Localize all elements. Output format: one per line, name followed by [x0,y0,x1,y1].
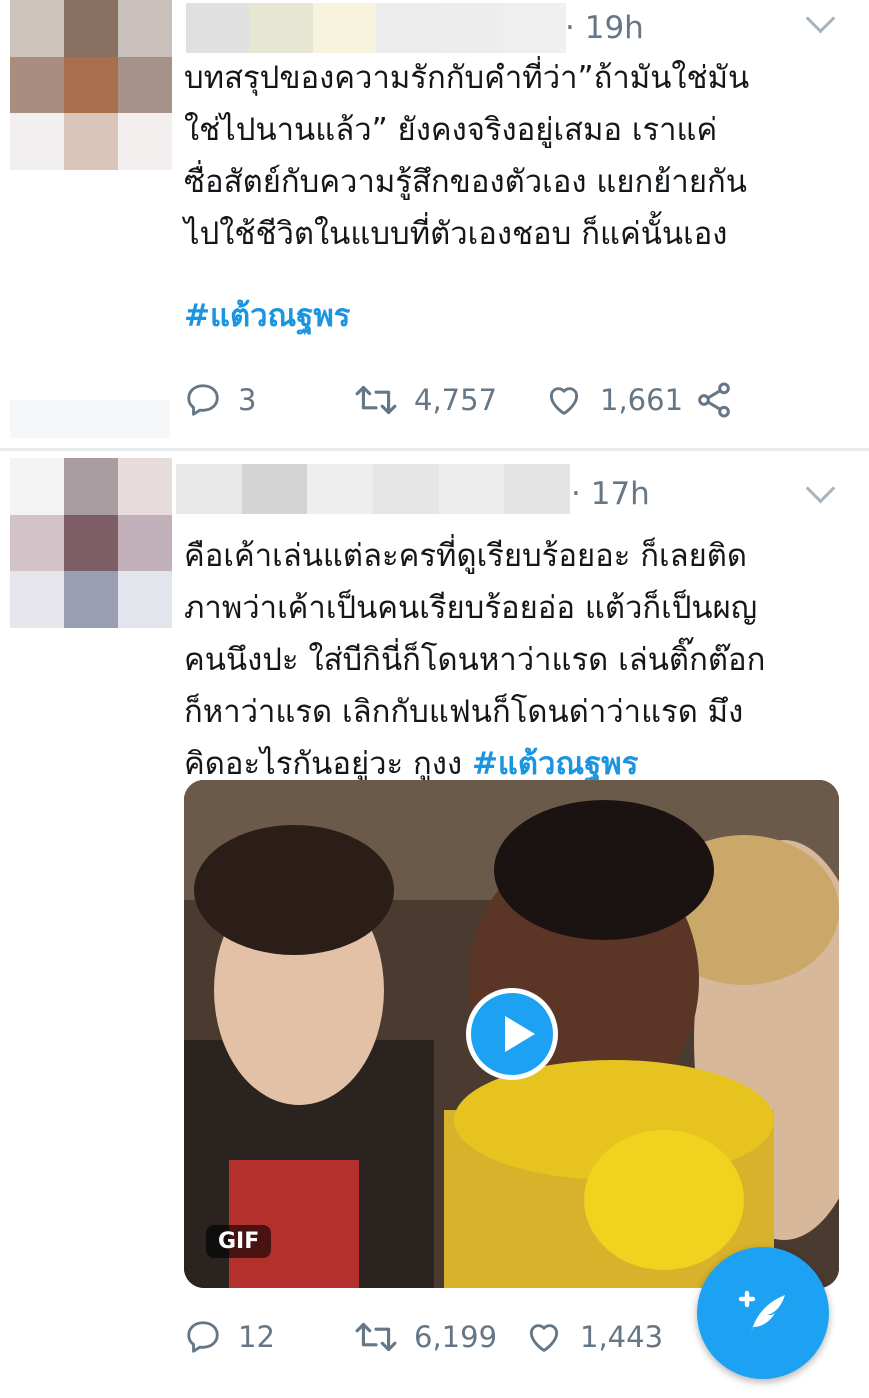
tweet-timestamp[interactable]: · 19h [565,10,644,46]
name-blur-block [375,3,440,53]
name-blur-block [249,3,313,53]
tweet-timestamp[interactable]: · 17h [571,476,650,512]
share-button[interactable] [694,380,750,420]
reply-icon [187,384,219,416]
name-blur-block [502,3,566,53]
avatar-pixel [118,0,172,57]
name-blur-block [504,464,571,514]
tweet-actions: 12 6,199 1,443 [184,1318,684,1356]
avatar-pixel [10,113,64,170]
avatar-pixel [64,56,118,114]
name-blur-block [373,464,439,514]
retweet-icon [355,385,397,415]
compose-tweet-icon [738,1290,785,1333]
reply-icon [187,1321,219,1353]
time-dot: · [565,10,585,46]
tweet-text: บทสรุปของความรักกับคำที่ว่า”ถ้ามันใช่มัน… [184,60,750,252]
avatar-pixel [10,458,64,515]
avatar-pixel [64,571,118,628]
like-icon [549,387,579,415]
avatar-pixel [118,514,172,572]
name-blur-block [438,464,505,514]
avatar-pixel [64,458,118,515]
like-icon [529,1324,559,1352]
compose-tweet-button[interactable] [697,1247,829,1379]
time-label: 17h [590,476,650,512]
like-button[interactable]: 1,661 [544,381,694,419]
reply-count: 3 [238,383,257,417]
avatar-pixel [64,0,118,57]
avatar-shadow [10,400,170,438]
time-label: 19h [584,10,644,46]
name-blur-block [186,3,250,53]
share-icon [698,382,730,418]
tweet-actions: 3 4,757 1,661 [184,380,750,420]
retweet-button[interactable]: 6,199 [354,1318,524,1356]
name-blur-block [241,464,308,514]
avatar-pixel [118,571,172,628]
reply-button[interactable]: 12 [184,1318,354,1356]
caret-down-icon[interactable] [805,3,836,34]
name-blur-block [439,3,503,53]
reply-button[interactable]: 3 [184,381,354,419]
avatar-pixel [118,56,172,114]
avatar-pixel [64,113,118,170]
avatar[interactable] [10,458,172,628]
time-dot: · [571,476,591,512]
tweet-text: คือเค้าเล่นแต่ละครที่ดูเรียบร้อยอะ ก็เลย… [184,530,844,790]
user-name-blurred[interactable] [186,3,566,53]
reply-count: 12 [238,1320,275,1354]
caret-down-icon[interactable] [805,473,836,504]
retweet-icon [355,1322,397,1352]
like-count: 1,661 [600,383,684,417]
avatar-pixel [10,514,64,572]
hashtag-link[interactable]: #แต้วณฐพร [184,298,350,334]
avatar[interactable] [10,0,172,170]
gif-media[interactable]: GIF [184,780,839,1288]
tweet[interactable]: · 19h บทสรุปของความรักกับคำที่ว่า”ถ้ามัน… [0,0,869,448]
avatar-pixel [10,571,64,628]
play-icon[interactable] [466,988,558,1080]
like-count: 1,443 [580,1320,664,1354]
avatar-pixel [10,0,64,57]
name-blur-block [312,3,376,53]
hashtag-link[interactable]: #แต้วณฐพร [472,746,638,782]
avatar-pixel [10,56,64,114]
retweet-count: 6,199 [414,1320,498,1354]
name-blur-block [176,464,242,514]
user-name-blurred[interactable] [176,464,571,514]
gif-badge: GIF [206,1225,272,1258]
retweet-button[interactable]: 4,757 [354,381,544,419]
avatar-pixel [118,458,172,515]
like-button[interactable]: 1,443 [524,1318,684,1356]
avatar-pixel [64,514,118,572]
tweet-divider [0,448,869,451]
retweet-count: 4,757 [414,383,498,417]
name-blur-block [307,464,374,514]
avatar-pixel [118,113,172,170]
